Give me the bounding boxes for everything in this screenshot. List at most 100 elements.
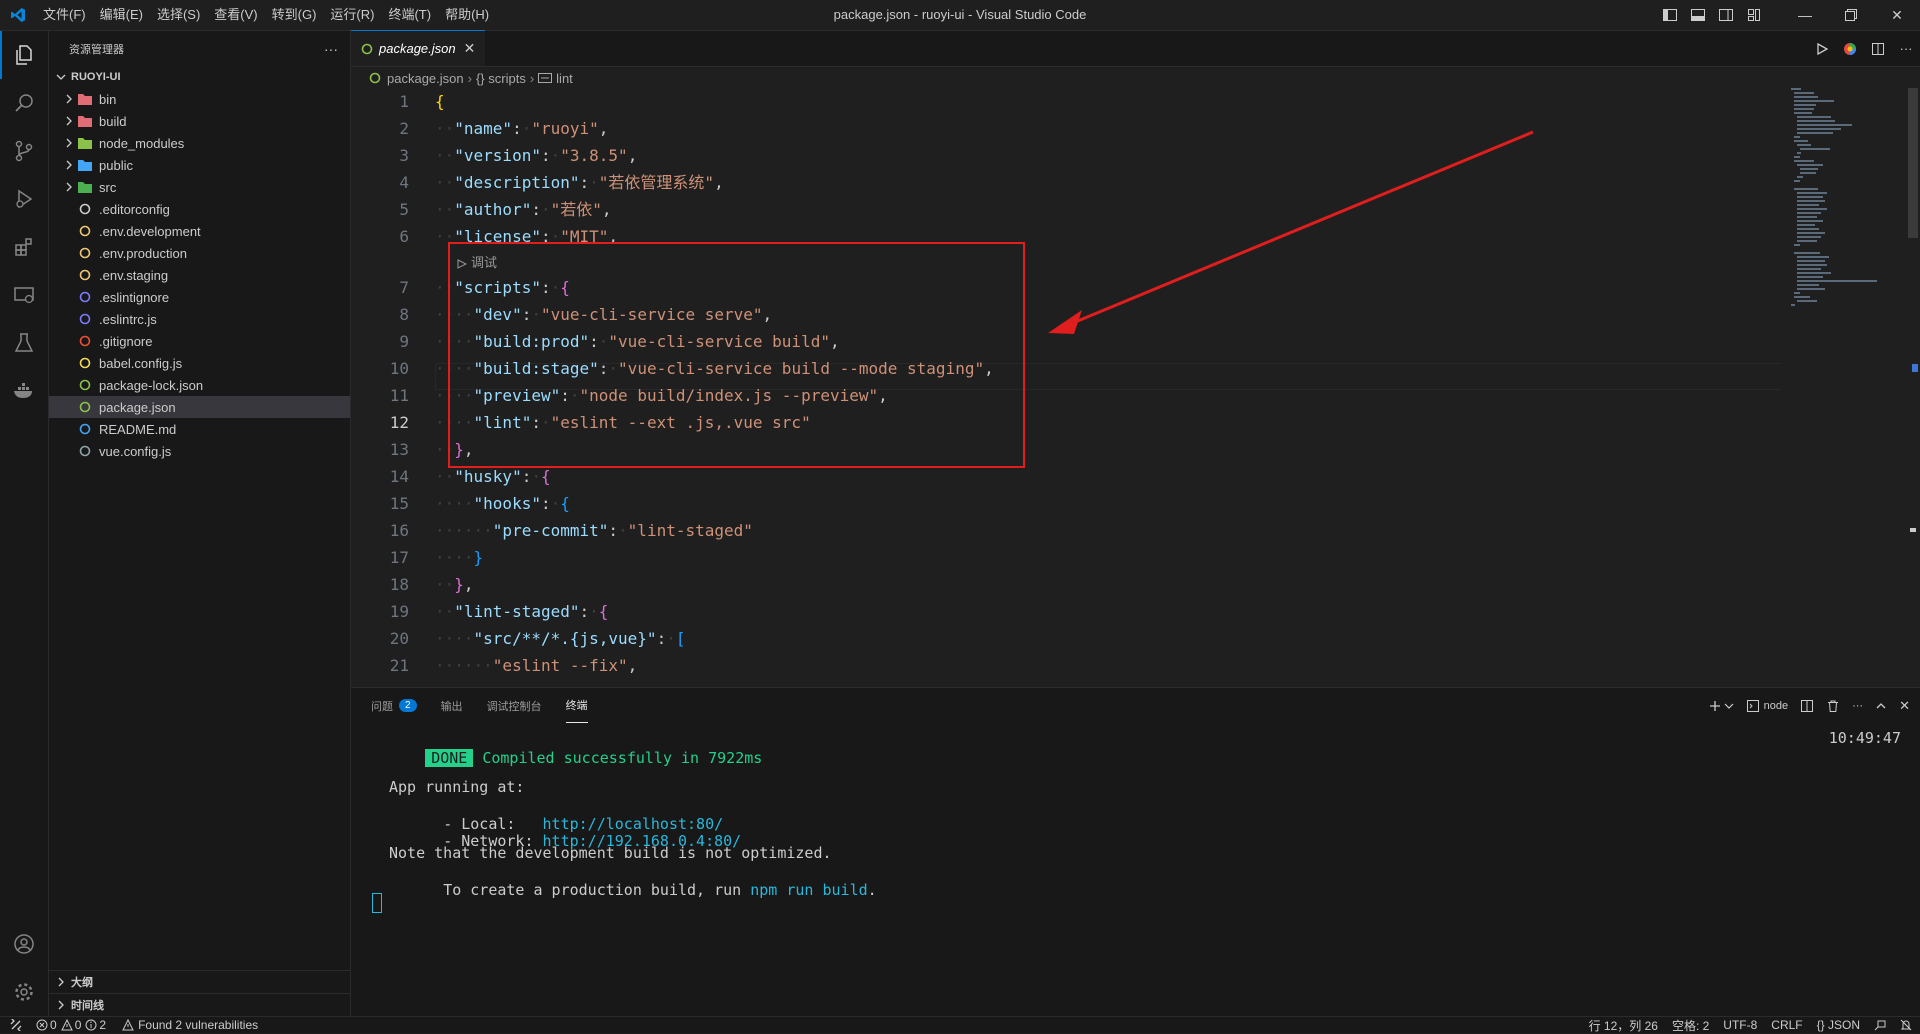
notifications-bell-icon[interactable] (1900, 1019, 1912, 1031)
terminal-output[interactable]: DONE Compiled successfully in 7922ms 10:… (371, 723, 1911, 1013)
terminal-line: DONE Compiled successfully in 7922ms (371, 728, 762, 767)
toggle-panel-icon[interactable] (1684, 0, 1712, 30)
customize-layout-icon[interactable] (1740, 0, 1768, 30)
more-actions-icon[interactable]: ··· (1892, 41, 1920, 56)
menu-item[interactable]: 编辑(E) (93, 0, 150, 30)
run-debug-icon[interactable] (0, 175, 48, 223)
extension-action-icon[interactable] (1836, 42, 1864, 56)
tree-file[interactable]: .env.staging (49, 264, 350, 286)
menu-item[interactable]: 运行(R) (323, 0, 381, 30)
extensions-icon[interactable] (0, 223, 48, 271)
menu-item[interactable]: 帮助(H) (438, 0, 496, 30)
encoding-setting[interactable]: UTF-8 (1723, 1018, 1757, 1032)
problems-status[interactable]: 0 0 2 (36, 1018, 110, 1032)
tab-terminal[interactable]: 终端 (565, 689, 588, 723)
tree-file[interactable]: README.md (49, 418, 350, 440)
explorer-icon[interactable] (0, 31, 48, 79)
tree-folder[interactable]: node_modules (49, 132, 350, 154)
tree-folder[interactable]: public (49, 154, 350, 176)
docker-icon[interactable] (0, 367, 48, 415)
accounts-icon[interactable] (0, 920, 48, 968)
split-editor-icon[interactable] (1864, 42, 1892, 56)
trash-icon[interactable] (1826, 699, 1840, 713)
tree-folder[interactable]: src (49, 176, 350, 198)
remote-indicator-icon[interactable] (0, 1019, 32, 1031)
tree-item-label: .env.production (99, 245, 187, 261)
outline-section[interactable]: 大纲 (49, 970, 350, 993)
menu-item[interactable]: 终端(T) (381, 0, 438, 30)
tree-file[interactable]: vue.config.js (49, 440, 350, 462)
breadcrumb-item[interactable]: {} scripts (476, 71, 526, 86)
cursor-position[interactable]: 行 12，列 26 (1589, 1017, 1658, 1034)
tree-file[interactable]: .env.development (49, 220, 350, 242)
tab-debug-console[interactable]: 调试控制台 (487, 688, 542, 723)
tab-problems[interactable]: 问题 2 (371, 688, 417, 723)
vulnerability-status[interactable]: Found 2 vulnerabilities (122, 1018, 258, 1032)
tab-output[interactable]: 输出 (441, 688, 463, 723)
menu-item[interactable]: 查看(V) (207, 0, 264, 30)
tree-file[interactable]: package-lock.json (49, 374, 350, 396)
run-icon[interactable] (1808, 42, 1836, 56)
code-line: 13 ··}, (351, 436, 1781, 463)
scrollbar-thumb[interactable] (1908, 88, 1918, 238)
file-icon (77, 421, 93, 437)
tab-label: 输出 (440, 700, 463, 713)
close-window-button[interactable]: ✕ (1874, 0, 1920, 30)
tree-file[interactable]: babel.config.js (49, 352, 350, 374)
language-mode[interactable]: {} JSON (1817, 1018, 1860, 1032)
tree-folder[interactable]: build (49, 110, 350, 132)
tab-package-json[interactable]: package.json ✕ (351, 30, 486, 66)
more-actions-icon[interactable]: ··· (324, 41, 338, 57)
remote-explorer-icon[interactable] (0, 271, 48, 319)
restore-button[interactable] (1828, 0, 1874, 30)
breadcrumb-item[interactable]: package.json (387, 71, 464, 86)
maximize-panel-icon[interactable] (1875, 700, 1887, 712)
chevron-right-icon (61, 116, 77, 126)
testing-icon[interactable] (0, 319, 48, 367)
info-count: 2 (99, 1018, 107, 1032)
explorer-root-folder[interactable]: RUOYI-UI (49, 66, 350, 88)
chevron-right-icon (53, 1000, 69, 1010)
editor-scrollbar[interactable] (1906, 88, 1920, 686)
minimap[interactable] (1791, 88, 1891, 408)
file-icon (77, 267, 93, 283)
file-icon (77, 443, 93, 459)
source-control-icon[interactable] (0, 127, 48, 175)
manage-gear-icon[interactable] (0, 968, 48, 1016)
split-terminal-icon[interactable] (1800, 699, 1814, 713)
code-line: 19 ··"lint-staged":·{ (351, 598, 1781, 625)
code-text: ··"author":·"若依", (435, 200, 612, 219)
tree-file[interactable]: .gitignore (49, 330, 350, 352)
close-tab-icon[interactable]: ✕ (464, 40, 476, 57)
indentation-setting[interactable]: 空格: 2 (1672, 1017, 1709, 1034)
timeline-section[interactable]: 时间线 (49, 993, 350, 1016)
tree-file[interactable]: .eslintrc.js (49, 308, 350, 330)
activity-bar (0, 31, 49, 1016)
toggle-primary-sidebar-icon[interactable] (1656, 0, 1684, 30)
new-terminal-icon[interactable] (1708, 699, 1734, 713)
search-icon[interactable] (0, 79, 48, 127)
minimize-button[interactable]: — (1782, 0, 1828, 30)
menu-item[interactable]: 选择(S) (150, 0, 207, 30)
more-actions-icon[interactable]: ··· (1852, 700, 1863, 712)
code-text: ··"name":·"ruoyi", (435, 119, 609, 138)
menu-item[interactable]: 文件(F) (36, 0, 93, 30)
tree-folder[interactable]: bin (49, 88, 350, 110)
eol-setting[interactable]: CRLF (1771, 1018, 1802, 1032)
debug-codelens[interactable]: 调试 (457, 253, 497, 273)
tree-file[interactable]: .editorconfig (49, 198, 350, 220)
menu-bar: 文件(F) 编辑(E) 选择(S) 查看(V) 转到(G) 运行(R) 终端(T) 帮助(H) (36, 0, 496, 30)
tree-file[interactable]: .eslintignore (49, 286, 350, 308)
prod-prefix: To create a production build, run (443, 881, 751, 899)
tree-item-label: README.md (99, 421, 177, 437)
breadcrumb-item[interactable]: lint (556, 71, 573, 86)
tab-label: 终端 (565, 700, 588, 712)
menu-item[interactable]: 转到(G) (265, 0, 324, 30)
tree-file[interactable]: package.json (49, 396, 350, 418)
problems-count-badge: 2 (399, 699, 417, 712)
terminal-selector[interactable]: node (1746, 699, 1788, 713)
toggle-secondary-sidebar-icon[interactable] (1712, 0, 1740, 30)
feedback-icon[interactable] (1874, 1019, 1886, 1031)
tree-file[interactable]: .env.production (49, 242, 350, 264)
close-panel-icon[interactable]: ✕ (1899, 698, 1910, 714)
